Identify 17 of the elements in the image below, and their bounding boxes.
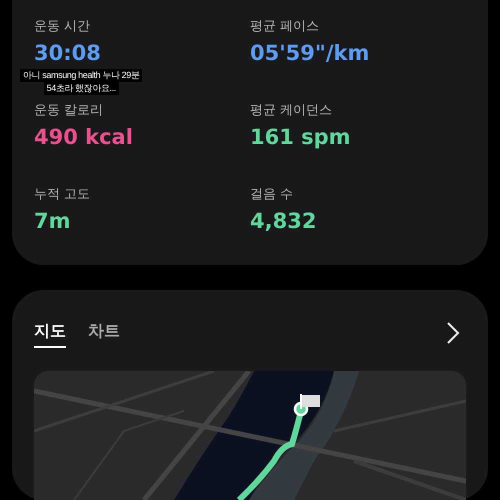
stat-label: 누적 고도 xyxy=(34,186,90,203)
stat-value: 4,832 xyxy=(250,209,316,233)
subtitle-caption: 54초라 했잖아요... xyxy=(44,82,119,95)
chevron-right-icon[interactable] xyxy=(446,320,460,344)
tab[interactable]: 지도 xyxy=(34,317,66,348)
tab[interactable]: 차트 xyxy=(88,317,120,348)
stat-value: 161 spm xyxy=(250,125,351,149)
stat-label: 걸음 수 xyxy=(250,186,294,203)
stat-label: 평균 페이스 xyxy=(250,18,320,35)
stat-value: 490 kcal xyxy=(34,125,133,149)
stat-value: 30:08 xyxy=(34,41,101,65)
stat-label: 운동 시간 xyxy=(34,18,90,35)
stat-label: 운동 칼로리 xyxy=(34,102,104,119)
stat-label: 평균 케이던스 xyxy=(250,102,332,119)
stat-value: 7m xyxy=(34,209,70,233)
stat-value: 05'59"/km xyxy=(250,41,370,65)
subtitle-caption: 아니 samsung health 누나 29분 xyxy=(20,69,142,82)
